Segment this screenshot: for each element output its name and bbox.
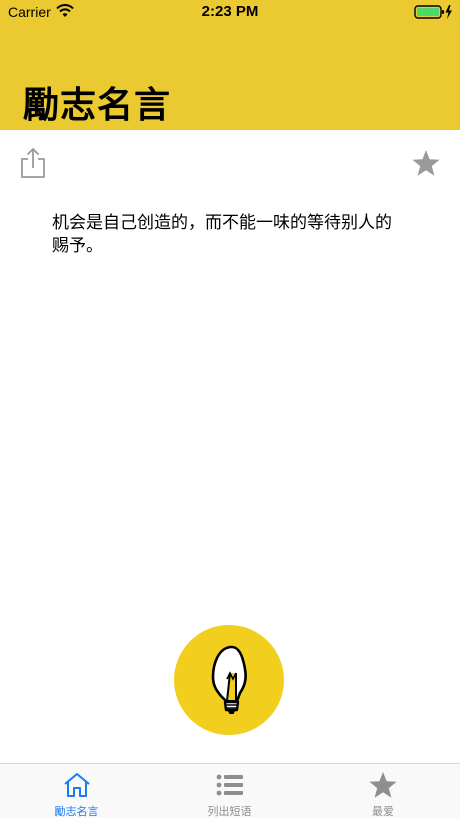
quote-text: 机会是自己创造的，而不能一味的等待别人的赐予。 — [52, 213, 392, 256]
tab-label: 列出短语 — [207, 805, 252, 818]
share-icon[interactable] — [20, 147, 46, 179]
status-bar: Carrier 2:23 PM — [0, 0, 460, 24]
home-icon — [63, 773, 90, 797]
lightbulb-icon — [211, 645, 247, 714]
star-icon — [369, 772, 397, 798]
battery-charging-icon — [414, 5, 452, 19]
page-title: 勵志名言 — [23, 85, 172, 126]
clock-label: 2:23 PM — [201, 3, 259, 20]
list-icon — [216, 774, 243, 796]
tab-favorites[interactable]: 最爱 — [306, 764, 460, 818]
tab-label: 最爱 — [372, 805, 394, 818]
tab-quotes[interactable]: 勵志名言 — [0, 764, 153, 818]
header-bar: Carrier 2:23 PM 勵志名言 — [0, 0, 460, 130]
favorite-star-icon[interactable] — [411, 149, 441, 177]
tab-phrase-list[interactable]: 列出短语 — [153, 764, 306, 818]
tab-bar: 勵志名言 列出短语 最爱 — [0, 763, 460, 818]
tab-label: 勵志名言 — [54, 805, 99, 818]
random-quote-button[interactable] — [174, 625, 284, 735]
